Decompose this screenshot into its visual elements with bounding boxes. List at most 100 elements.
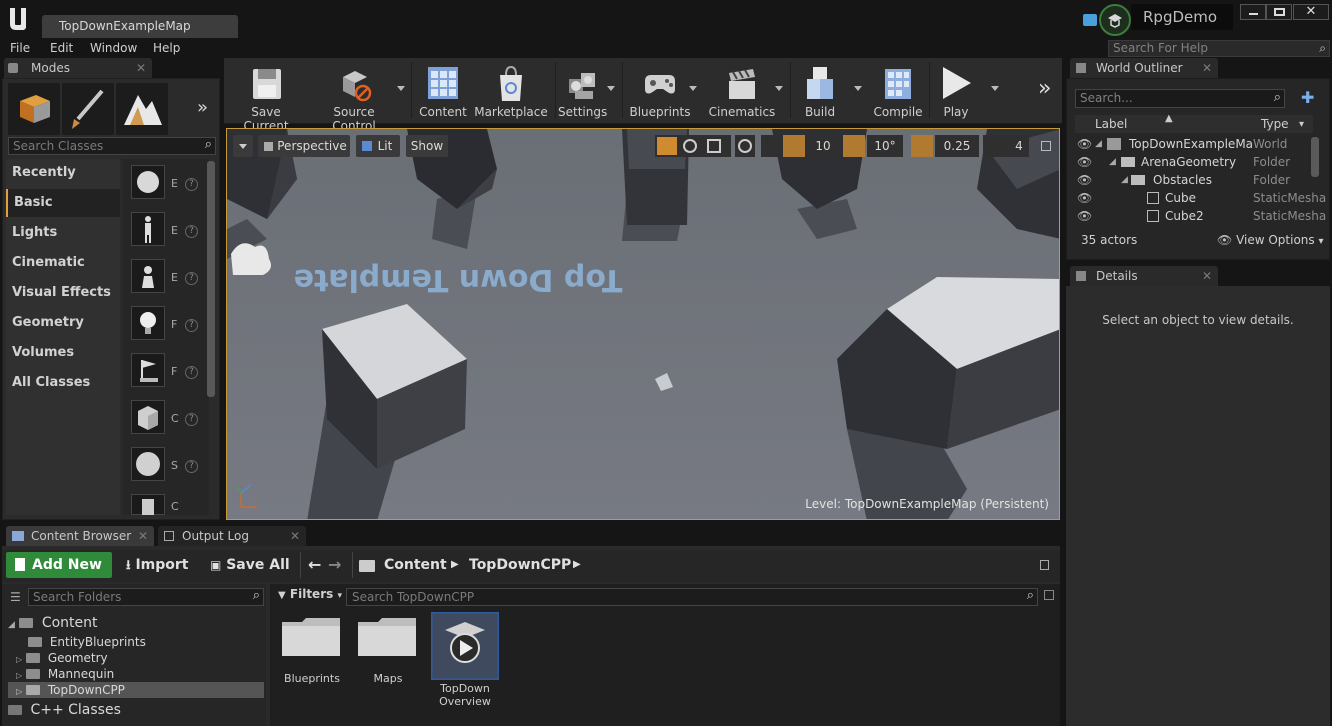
lock-icon[interactable] xyxy=(1040,560,1049,570)
world-local-toggle[interactable] xyxy=(735,135,755,157)
rotate-tool-icon[interactable] xyxy=(683,139,697,153)
tree-item-topdowncpp[interactable]: ▷ TopDownCPP xyxy=(8,682,264,698)
save-all-button[interactable]: ▣ Save All xyxy=(210,552,290,578)
close-icon[interactable]: ✕ xyxy=(136,58,146,78)
category-cinematic[interactable]: Cinematic xyxy=(6,249,120,277)
point-light-icon[interactable] xyxy=(131,306,165,340)
settings-button[interactable]: Settings xyxy=(558,58,607,122)
category-basic[interactable]: Basic xyxy=(6,189,120,217)
translate-tool-icon[interactable] xyxy=(657,137,677,155)
visibility-eye-icon[interactable]: 👁 xyxy=(1077,171,1092,189)
scale-snap-icon[interactable] xyxy=(911,135,933,157)
collapse-arrow-icon[interactable]: ◢ xyxy=(1095,135,1102,153)
play-dropdown-icon[interactable] xyxy=(991,86,999,91)
tree-item-content[interactable]: ◢ Content xyxy=(8,614,264,632)
asset-folder-maps[interactable]: Maps xyxy=(354,612,422,685)
sources-toggle-icon[interactable]: ☰ xyxy=(10,590,24,604)
empty-pawn-icon[interactable] xyxy=(131,259,165,293)
visibility-eye-icon[interactable]: 👁 xyxy=(1077,207,1092,225)
outliner-row[interactable]: 👁 ◢ Obstacles Folder xyxy=(1067,171,1315,189)
asset-folder-blueprints[interactable]: Blueprints xyxy=(278,612,346,685)
outliner-scrollbar[interactable] xyxy=(1311,137,1319,177)
perspective-button[interactable]: Perspective xyxy=(258,135,350,157)
landscape-mode-button[interactable] xyxy=(116,83,168,135)
import-button[interactable]: ⭳ Import xyxy=(126,552,188,578)
folder-search-input[interactable]: Search Folders ⌕ xyxy=(28,588,264,606)
view-options-button[interactable]: 👁 View Options ▾ xyxy=(1217,233,1324,247)
cube-icon[interactable] xyxy=(131,400,165,434)
close-icon[interactable]: ✕ xyxy=(1202,266,1212,286)
asset-topdown-overview[interactable]: TopDown Overview xyxy=(431,612,499,708)
outliner-row[interactable]: 👁 Cube StaticMesha xyxy=(1067,189,1326,207)
marketplace-button[interactable]: Marketplace xyxy=(474,58,548,122)
lit-button[interactable]: Lit xyxy=(356,135,400,157)
rotation-snap-icon[interactable] xyxy=(843,135,865,157)
place-mode-button[interactable] xyxy=(8,83,60,135)
outliner-row[interactable]: 👁 Cube2 StaticMesha xyxy=(1067,207,1326,225)
rotation-snap-value[interactable]: 10° xyxy=(867,135,903,157)
close-icon[interactable]: ✕ xyxy=(1202,58,1212,78)
scale-snap-value[interactable]: 0.25 xyxy=(935,135,979,157)
outliner-row[interactable]: 👁 ◢ TopDownExampleMa World xyxy=(1067,135,1315,153)
tab-world-outliner[interactable]: World Outliner ✕ xyxy=(1070,58,1218,78)
add-new-button[interactable]: Add New ▼ xyxy=(6,552,112,598)
category-volumes[interactable]: Volumes xyxy=(6,339,120,367)
maximize-viewport-icon[interactable] xyxy=(1041,141,1051,151)
close-icon[interactable]: ✕ xyxy=(138,526,148,546)
add-folder-icon[interactable]: ✚ xyxy=(1301,89,1319,107)
save-current-button[interactable]: Save Current xyxy=(228,58,304,133)
source-control-status-icon[interactable] xyxy=(1099,4,1131,36)
cinematics-dropdown-icon[interactable] xyxy=(775,86,783,91)
help-icon[interactable]: ? xyxy=(185,225,198,238)
toolbar-overflow-icon[interactable]: » xyxy=(1038,76,1051,101)
help-icon[interactable]: ? xyxy=(185,460,198,473)
column-type[interactable]: Type xyxy=(1261,117,1289,131)
chat-icon[interactable] xyxy=(1083,14,1097,26)
help-icon[interactable]: ? xyxy=(185,272,198,285)
blueprints-dropdown-icon[interactable] xyxy=(689,86,697,91)
forward-arrow-icon[interactable]: → xyxy=(328,552,341,578)
help-icon[interactable]: ? xyxy=(185,319,198,332)
build-dropdown-icon[interactable] xyxy=(854,86,862,91)
cinematics-button[interactable]: Cinematics xyxy=(708,58,776,122)
settings-dropdown-icon[interactable] xyxy=(607,86,615,91)
more-modes-icon[interactable]: » xyxy=(197,97,208,118)
show-button[interactable]: Show xyxy=(406,135,448,157)
player-start-icon[interactable] xyxy=(131,353,165,387)
collapse-arrow-icon[interactable]: ◢ xyxy=(1121,171,1128,189)
camera-speed-icon[interactable] xyxy=(983,135,1009,157)
category-geometry[interactable]: Geometry xyxy=(6,309,120,337)
paint-mode-button[interactable] xyxy=(62,83,114,135)
tree-item-mannequin[interactable]: ▷ Mannequin xyxy=(16,666,264,682)
save-search-icon[interactable] xyxy=(1044,590,1054,600)
empty-actor-icon[interactable] xyxy=(131,165,165,199)
menu-file[interactable]: File xyxy=(10,38,30,58)
sort-ascending-icon[interactable]: ▲ xyxy=(1165,113,1173,124)
column-dropdown-icon[interactable]: ▾ xyxy=(1299,119,1304,130)
visibility-eye-icon[interactable]: 👁 xyxy=(1077,135,1092,153)
tab-content-browser[interactable]: Content Browser ✕ xyxy=(6,526,154,546)
content-button[interactable]: Content xyxy=(416,58,470,122)
breadcrumb-content[interactable]: Content xyxy=(384,552,447,578)
tab-modes[interactable]: Modes ✕ xyxy=(4,58,152,78)
map-tab[interactable]: TopDownExampleMap xyxy=(42,15,238,38)
empty-character-icon[interactable] xyxy=(131,212,165,246)
help-icon[interactable]: ? xyxy=(185,366,198,379)
grid-snap-value[interactable]: 10 xyxy=(807,135,839,157)
visibility-eye-icon[interactable]: 👁 xyxy=(1077,153,1092,171)
close-window-button[interactable]: ✕ xyxy=(1293,4,1329,20)
camera-speed-value[interactable]: 4 xyxy=(1009,135,1029,157)
modes-scrollbar[interactable] xyxy=(207,161,215,397)
help-search-input[interactable]: Search For Help ⌕ xyxy=(1108,40,1330,57)
help-icon[interactable]: ? xyxy=(185,178,198,191)
viewport-options-button[interactable] xyxy=(233,135,253,157)
asset-search-input[interactable]: Search TopDownCPP ⌕ xyxy=(346,588,1038,606)
scale-tool-icon[interactable] xyxy=(707,139,721,153)
tab-output-log[interactable]: Output Log ✕ xyxy=(158,526,306,546)
source-control-button[interactable]: Source Control xyxy=(310,58,398,133)
tree-item-cpp-classes[interactable]: C++ Classes xyxy=(8,700,264,720)
category-all-classes[interactable]: All Classes xyxy=(6,369,120,397)
grid-snap-icon[interactable] xyxy=(783,135,805,157)
menu-edit[interactable]: Edit xyxy=(50,38,73,58)
category-lights[interactable]: Lights xyxy=(6,219,120,247)
